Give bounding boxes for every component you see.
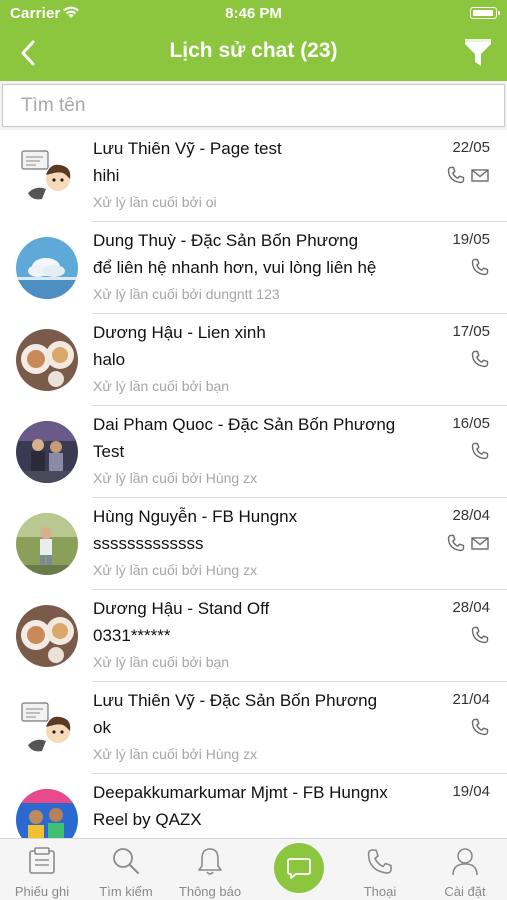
message-date: 19/04 bbox=[452, 783, 490, 800]
search-bar bbox=[0, 81, 507, 130]
tab-tim-kiem[interactable]: Tìm kiếm bbox=[84, 839, 168, 900]
avatar bbox=[16, 329, 78, 391]
tab-bar: Phiếu ghi Tìm kiếm Thông báo Thoại Cài đ… bbox=[0, 838, 507, 900]
last-message: Test bbox=[93, 442, 125, 461]
tab-chat[interactable] bbox=[274, 843, 324, 893]
filter-icon[interactable] bbox=[463, 36, 493, 68]
message-date: 22/05 bbox=[452, 139, 490, 156]
tab-label: Phiếu ghi bbox=[14, 884, 70, 899]
handled-by-label: Xử lý lần cuối bởi dungntt 123 bbox=[93, 286, 280, 302]
list-item[interactable]: Lưu Thiên Vỹ - Page test hihi Xử lý lần … bbox=[0, 130, 507, 222]
avatar bbox=[16, 145, 78, 207]
handled-by-label: Xử lý lần cuối bởi oi bbox=[93, 194, 217, 210]
contact-name: Lưu Thiên Vỹ - Page test bbox=[93, 139, 282, 158]
tab-cai-dat[interactable]: Cài đặt bbox=[423, 839, 507, 900]
tab-thong-bao[interactable]: Thông báo bbox=[168, 839, 252, 900]
phone-icon[interactable] bbox=[470, 625, 490, 645]
list-item[interactable]: Deepakkumarkumar Mjmt - FB Hungnx Reel b… bbox=[0, 774, 507, 838]
handled-by-label: Xử lý lần cuối bởi bạn bbox=[93, 378, 230, 394]
nav-header: Lịch sử chat (23) bbox=[0, 28, 507, 81]
handled-by-label: Xử lý lần cuối bởi bạn bbox=[93, 654, 230, 670]
list-item[interactable]: Dung Thuỳ - Đặc Sản Bốn Phương để liên h… bbox=[0, 222, 507, 314]
tab-label: Thoại bbox=[363, 884, 397, 899]
tab-phieu-ghi[interactable]: Phiếu ghi bbox=[0, 839, 84, 900]
contact-name: Lưu Thiên Vỹ - Đặc Sản Bốn Phương bbox=[93, 691, 378, 710]
status-bar: Carrier 8:46 PM bbox=[0, 0, 507, 28]
phone-icon[interactable] bbox=[446, 165, 466, 185]
list-item[interactable]: Lưu Thiên Vỹ - Đặc Sản Bốn Phương ok Xử … bbox=[0, 682, 507, 774]
last-message: để liên hệ nhanh hơn, vui lòng liên hệ bbox=[93, 258, 377, 277]
last-message: 0331****** bbox=[93, 626, 171, 645]
top-bar: Carrier 8:46 PM Lịch sử chat (23) bbox=[0, 0, 507, 81]
phone-icon[interactable] bbox=[470, 349, 490, 369]
avatar bbox=[16, 697, 78, 759]
message-date: 21/04 bbox=[452, 691, 490, 708]
avatar bbox=[16, 789, 78, 838]
contact-name: Deepakkumarkumar Mjmt - FB Hungnx bbox=[93, 783, 388, 802]
chat-bubble-icon bbox=[287, 858, 311, 879]
contact-name: Dương Hậu - Lien xinh bbox=[93, 323, 266, 342]
battery-icon bbox=[470, 7, 500, 19]
mail-icon[interactable] bbox=[470, 165, 490, 185]
contact-name: Dai Pham Quoc - Đặc Sản Bốn Phương bbox=[93, 415, 396, 434]
tab-label: Cài đặt bbox=[444, 884, 486, 899]
avatar bbox=[16, 421, 78, 483]
avatar bbox=[16, 237, 78, 299]
clock: 8:46 PM bbox=[225, 5, 282, 22]
last-message: Reel by QAZX bbox=[93, 810, 202, 829]
message-date: 17/05 bbox=[452, 323, 490, 340]
ticket-icon bbox=[29, 847, 55, 874]
message-date: 28/04 bbox=[452, 507, 490, 524]
tab-label: Tìm kiếm bbox=[99, 884, 153, 899]
phone-icon bbox=[367, 849, 392, 874]
search-icon bbox=[113, 848, 139, 874]
phone-icon[interactable] bbox=[446, 533, 466, 553]
list-item[interactable]: Dương Hậu - Stand Off 0331****** Xử lý l… bbox=[0, 590, 507, 682]
list-item[interactable]: Dai Pham Quoc - Đặc Sản Bốn Phương Test … bbox=[0, 406, 507, 498]
last-message: halo bbox=[93, 350, 126, 369]
bell-icon bbox=[198, 848, 222, 875]
handled-by-label: Xử lý lần cuối bởi Hùng zx bbox=[93, 562, 258, 578]
phone-icon[interactable] bbox=[470, 257, 490, 277]
mail-icon[interactable] bbox=[470, 533, 490, 553]
message-date: 28/04 bbox=[452, 599, 490, 616]
user-icon bbox=[452, 848, 478, 876]
chat-history-list[interactable]: Lưu Thiên Vỹ - Page test hihi Xử lý lần … bbox=[0, 130, 507, 838]
contact-name: Dung Thuỳ - Đặc Sản Bốn Phương bbox=[93, 231, 359, 250]
tab-label: Thông báo bbox=[178, 884, 242, 899]
list-item[interactable]: Hùng Nguyễn - FB Hungnx sssssssssssss Xử… bbox=[0, 498, 507, 590]
phone-icon[interactable] bbox=[470, 717, 490, 737]
message-date: 19/05 bbox=[452, 231, 490, 248]
last-message: sssssssssssss bbox=[93, 534, 204, 553]
last-message: hihi bbox=[93, 166, 120, 185]
contact-name: Hùng Nguyễn - FB Hungnx bbox=[93, 507, 298, 526]
phone-icon[interactable] bbox=[470, 441, 490, 461]
contact-name: Dương Hậu - Stand Off bbox=[93, 599, 270, 618]
handled-by-label: Xử lý lần cuối bởi Hùng zx bbox=[93, 470, 258, 486]
last-message: ok bbox=[93, 718, 111, 737]
search-input[interactable] bbox=[2, 84, 505, 127]
list-item[interactable]: Dương Hậu - Lien xinh halo Xử lý lần cuố… bbox=[0, 314, 507, 406]
handled-by-label: Xử lý lần cuối bởi Hùng zx bbox=[93, 746, 258, 762]
avatar bbox=[16, 605, 78, 667]
page-title: Lịch sử chat (23) bbox=[169, 39, 338, 62]
message-date: 16/05 bbox=[452, 415, 490, 432]
tab-thoai[interactable]: Thoại bbox=[338, 839, 422, 900]
avatar bbox=[16, 513, 78, 575]
